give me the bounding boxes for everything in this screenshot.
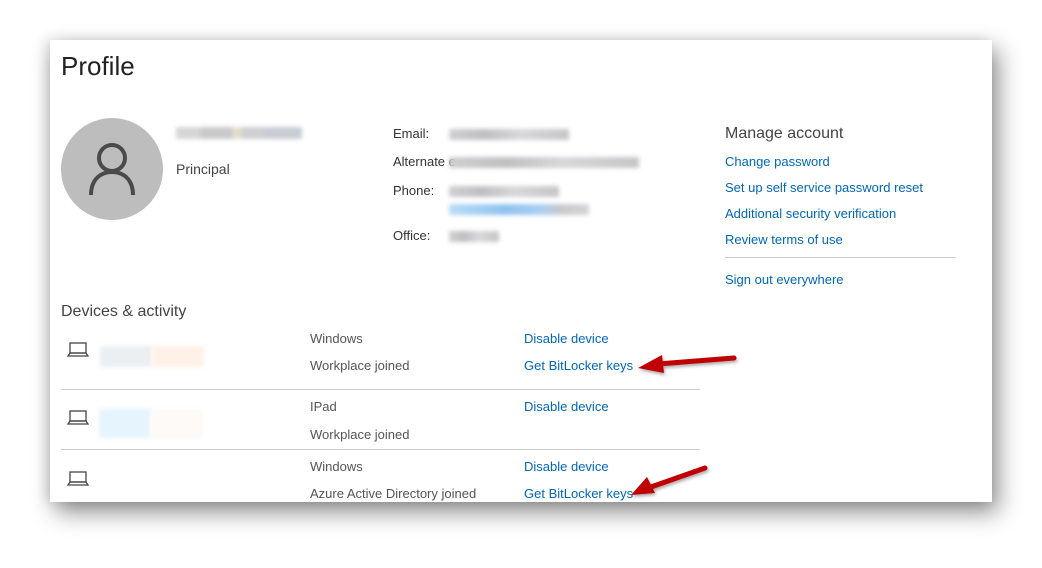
alternate-email-label: Alternate e (393, 154, 456, 169)
page-title: Profile (61, 51, 135, 81)
disable-device-link[interactable]: Disable device (524, 331, 609, 346)
phone-value-2-redacted[interactable] (449, 204, 589, 215)
laptop-icon (67, 342, 89, 357)
office-value-redacted (449, 231, 499, 242)
device-join-type: Azure Active Directory joined (310, 486, 477, 501)
manage-account-heading: Manage account (725, 125, 844, 142)
manage-account-divider (725, 257, 956, 258)
device-join-type: Workplace joined (310, 358, 410, 373)
disable-device-link[interactable]: Disable device (524, 459, 609, 474)
annotation-arrow-icon (631, 465, 708, 495)
email-value-redacted (449, 129, 569, 140)
device-join-type: Workplace joined (310, 427, 410, 442)
phone-label: Phone: (393, 183, 435, 198)
additional-security-verification-link[interactable]: Additional security verification (725, 206, 896, 221)
phone-value-redacted (449, 186, 559, 197)
device-name-redacted (99, 409, 151, 438)
user-role: Principal (176, 161, 230, 177)
avatar (61, 118, 163, 220)
annotation-arrow-icon (638, 355, 737, 373)
device-divider (61, 389, 700, 390)
device-name-redacted (100, 346, 152, 367)
person-icon (89, 143, 135, 196)
alternate-email-value-redacted (449, 157, 639, 168)
device-os: IPad (310, 399, 337, 414)
device-os: Windows (310, 459, 363, 474)
get-bitlocker-keys-link[interactable]: Get BitLocker keys (524, 358, 633, 373)
office-label: Office: (393, 228, 431, 243)
self-service-password-reset-link[interactable]: Set up self service password reset (725, 180, 923, 195)
device-divider (61, 449, 700, 450)
user-name-redacted (176, 127, 302, 139)
laptop-icon (67, 471, 89, 486)
profile-card: Profile Principal Email: Alternate e Pho… (50, 40, 992, 502)
get-bitlocker-keys-link[interactable]: Get BitLocker keys (524, 486, 633, 501)
sign-out-everywhere-link[interactable]: Sign out everywhere (725, 272, 844, 287)
disable-device-link[interactable]: Disable device (524, 399, 609, 414)
device-name-redacted-2 (151, 409, 203, 438)
device-name-redacted-2 (152, 346, 204, 367)
review-terms-of-use-link[interactable]: Review terms of use (725, 232, 843, 247)
change-password-link[interactable]: Change password (725, 154, 830, 169)
email-label: Email: (393, 126, 430, 141)
laptop-icon (67, 410, 89, 425)
device-os: Windows (310, 331, 363, 346)
devices-heading: Devices & activity (61, 303, 187, 320)
